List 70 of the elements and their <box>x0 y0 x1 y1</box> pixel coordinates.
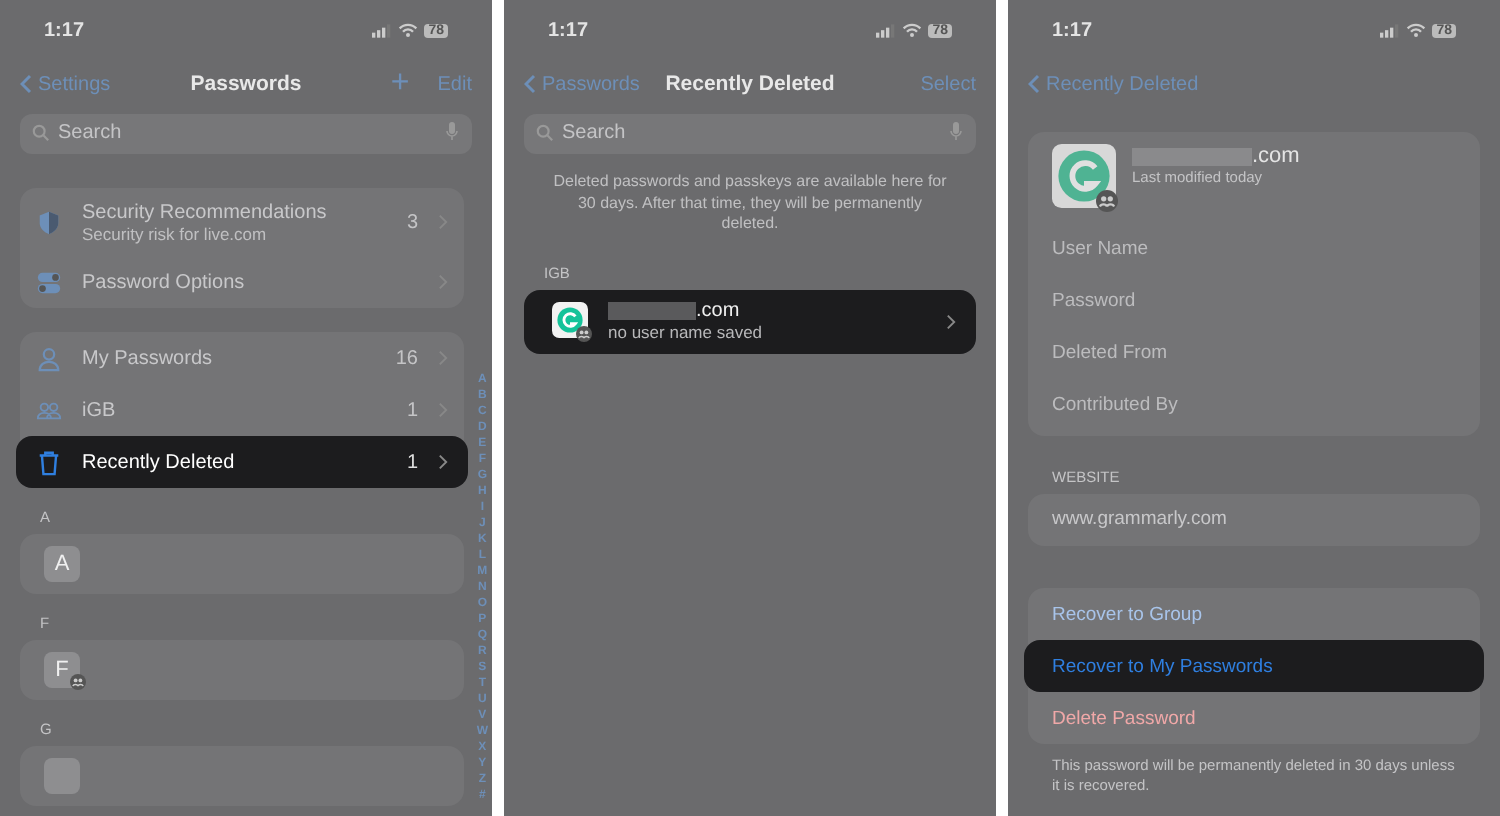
status-time: 1:17 <box>1052 19 1093 41</box>
row-count: 1 <box>406 451 418 473</box>
row-domain: .com <box>696 300 740 322</box>
list-row[interactable]: Security Recommendations Security risk for live.com 3 <box>20 188 464 256</box>
row-count: 1 <box>406 399 418 421</box>
action-button[interactable]: Delete Password <box>1028 692 1480 744</box>
search-icon <box>32 123 50 141</box>
back-label[interactable]: Settings <box>38 73 111 95</box>
add-button[interactable]: + <box>390 70 410 98</box>
list-row[interactable]: Recently Deleted 1 <box>16 436 468 488</box>
status-time: 1:17 <box>44 19 85 41</box>
select-button[interactable]: Select <box>920 73 976 95</box>
field-label: Password <box>1052 288 1138 316</box>
list-row[interactable]: Password Options <box>20 256 464 308</box>
list-row[interactable]: iGB 1 <box>20 384 464 436</box>
row-title: Password Options <box>82 271 247 293</box>
field-label: Deleted From <box>1052 340 1170 368</box>
password-entry[interactable] <box>20 746 464 806</box>
back-link[interactable]: Settings <box>20 73 111 95</box>
app-logo-icon <box>1052 144 1116 208</box>
screen-title: Recently Deleted <box>665 72 835 96</box>
letter-avatar <box>44 758 80 794</box>
signal-icon <box>372 23 393 37</box>
field-label: User Name <box>1052 236 1151 264</box>
search-field[interactable]: Search <box>524 113 976 153</box>
status-time: 1:17 <box>548 19 589 41</box>
back-label[interactable]: Passwords <box>542 73 640 95</box>
back-chevron-icon <box>20 74 32 94</box>
row-subtitle: no user name saved <box>608 322 765 342</box>
signal-icon <box>876 23 897 37</box>
action-button[interactable]: Recover to My Passwords <box>1024 640 1484 692</box>
row-subtitle: Security risk for live.com <box>82 223 269 243</box>
field-label: Contributed By <box>1052 392 1180 420</box>
microphone-icon <box>446 122 458 142</box>
trash-icon <box>36 449 62 475</box>
wifi-icon <box>902 22 923 38</box>
password-entry[interactable]: A <box>20 534 464 594</box>
shield-icon <box>36 209 62 235</box>
chevron-icon <box>946 313 956 329</box>
info-text: Deleted passwords and passkeys are available here for 30 days. After that time, they will be permanently deleted. <box>552 172 948 235</box>
chevron-icon <box>438 454 448 470</box>
signal-icon <box>1380 23 1401 37</box>
list-row[interactable]: My Passwords 16 <box>20 332 464 384</box>
person-icon <box>36 345 62 371</box>
toggles-icon <box>36 269 62 295</box>
microphone-icon <box>950 122 962 142</box>
search-icon <box>536 123 554 141</box>
website-field[interactable]: www.grammarly.com <box>1028 494 1480 546</box>
row-title: My Passwords <box>82 347 215 369</box>
wifi-icon <box>1406 22 1427 38</box>
people-icon <box>36 397 62 423</box>
row-title: iGB <box>82 399 118 421</box>
search-field[interactable]: Search <box>20 113 472 153</box>
row-count: 16 <box>395 347 418 369</box>
back-chevron-icon <box>1028 74 1040 94</box>
row-count: 3 <box>406 211 418 233</box>
screen-title: Passwords <box>190 72 302 96</box>
back-link[interactable]: Passwords <box>524 73 640 95</box>
edit-button[interactable]: Edit <box>437 73 472 95</box>
row-title: Security Recommendations <box>82 201 329 223</box>
wifi-icon <box>398 22 419 38</box>
app-logo-icon <box>552 301 588 337</box>
deleted-password-row[interactable]: .com no user name saved <box>524 289 976 353</box>
letter-avatar: A <box>44 546 80 582</box>
redacted-block <box>608 302 696 320</box>
action-button[interactable]: Recover to Group <box>1028 588 1480 640</box>
password-entry[interactable]: F <box>20 640 464 700</box>
back-chevron-icon <box>524 74 536 94</box>
row-title: Recently Deleted <box>82 451 237 473</box>
site-domain: .com <box>1252 144 1300 168</box>
